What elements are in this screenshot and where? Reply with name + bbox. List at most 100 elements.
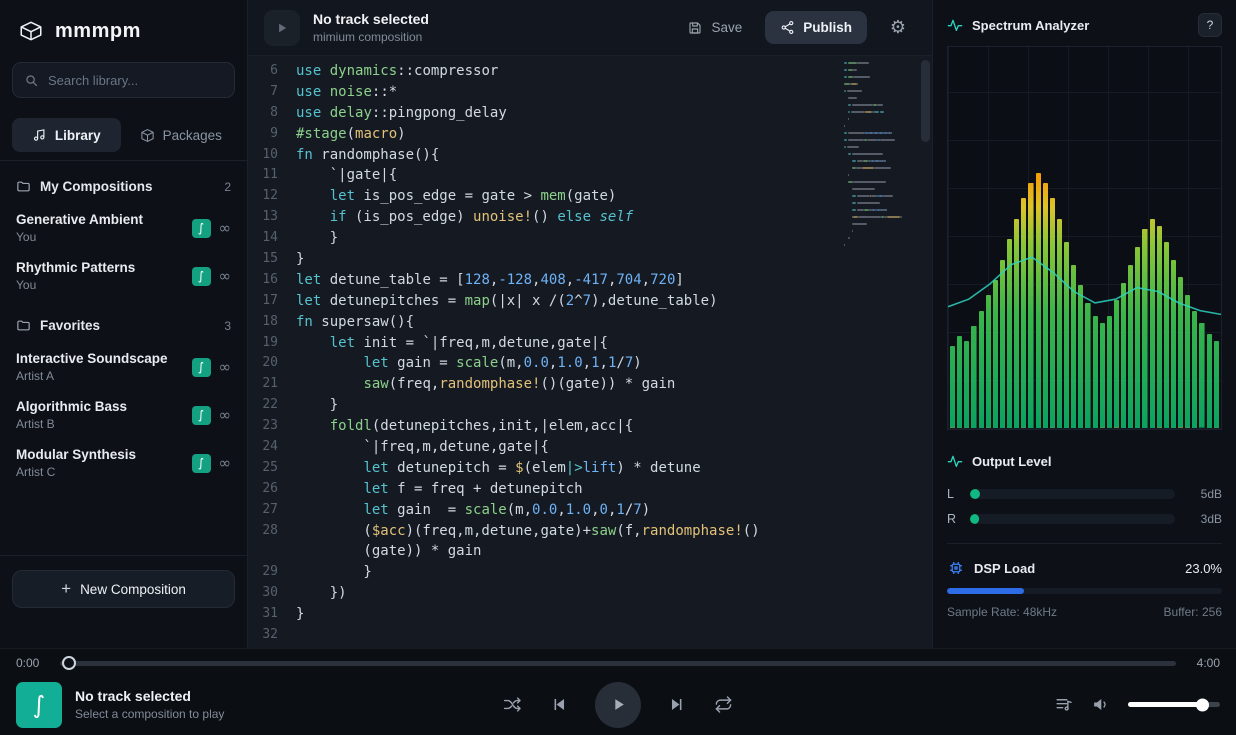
code-line: 15}: [248, 249, 932, 270]
code-line: 6use dynamics::compressor: [248, 61, 932, 82]
minimap[interactable]: [844, 62, 912, 258]
library-search[interactable]: [12, 62, 235, 98]
editor-scrollbar[interactable]: [921, 56, 930, 648]
code-line: 7use noise::*: [248, 82, 932, 103]
publish-label: Publish: [803, 20, 852, 35]
section-title: My Compositions: [40, 179, 153, 194]
code-line: 26 let f = freq + detunepitch: [248, 479, 932, 500]
minimap-line: [844, 153, 912, 155]
line-number: 23: [248, 416, 296, 437]
settings-button[interactable]: ⚙: [880, 10, 916, 46]
code-line: 24 `|freq,m,detune,gate|{: [248, 437, 932, 458]
sidebar-sections: My Compositions 2 Generative Ambient You ∫ ∞ R…: [0, 161, 247, 487]
spectrum-title: Spectrum Analyzer: [972, 18, 1089, 33]
composition-item[interactable]: Modular SynthesisArtist C∫∞: [0, 439, 247, 487]
tab-packages[interactable]: Packages: [127, 118, 236, 152]
composition-artist: You: [16, 230, 184, 244]
code-text: let f = freq + detunepitch: [296, 479, 583, 500]
volume-fill: [1128, 702, 1202, 707]
minimap-line: [844, 146, 912, 148]
seek-knob[interactable]: [62, 656, 76, 670]
minimap-line: [844, 216, 912, 218]
scrollbar-thumb[interactable]: [921, 60, 930, 142]
now-playing: ∫ No track selected Select a composition…: [16, 682, 396, 728]
section-header: Favorites3: [0, 300, 247, 343]
dsp-load-value: 23.0%: [1185, 561, 1222, 576]
mimium-logo-icon: ∫: [16, 682, 62, 728]
composition-title: Generative Ambient: [16, 212, 184, 227]
now-playing-title: No track selected: [75, 688, 224, 704]
minimap-line: [844, 62, 912, 64]
composition-item[interactable]: Algorithmic BassArtist B∫∞: [0, 391, 247, 439]
spectrum-analyzer: [947, 46, 1222, 430]
mimium-file-icon: ∫: [192, 358, 211, 377]
sidebar: mmmpm LibraryPackages My Compositions 2 Ge…: [0, 0, 248, 648]
track-info: No track selected mimium composition: [313, 11, 429, 44]
section-title: Favorites: [40, 318, 100, 333]
code-line: 12 let is_pos_edge = gate > mem(gate): [248, 186, 932, 207]
code-line: 27 let gain = scale(m,0.0,1.0,0,1/7): [248, 500, 932, 521]
line-number: 29: [248, 562, 296, 583]
channel-label: L: [947, 487, 959, 501]
mimium-file-icon: ∫: [192, 406, 211, 425]
composition-info: Modular SynthesisArtist C: [16, 447, 184, 479]
line-number: 21: [248, 374, 296, 395]
channel-label: R: [947, 512, 959, 526]
code-line: 30 }): [248, 583, 932, 604]
seek-slider[interactable]: [60, 661, 1176, 666]
share-icon: [780, 20, 795, 35]
play-button[interactable]: [595, 682, 641, 728]
queue-icon[interactable]: [1054, 695, 1073, 714]
code-line: 23 foldl(detunepitches,init,|elem,acc|{: [248, 416, 932, 437]
line-number: [248, 541, 296, 562]
minimap-line: [844, 111, 912, 113]
line-number: 19: [248, 333, 296, 354]
composition-item[interactable]: Generative AmbientYou∫∞: [0, 204, 247, 252]
volume-icon[interactable]: [1091, 695, 1110, 714]
search-input[interactable]: [48, 73, 224, 88]
code-text: let detunepitches = map(|x| x /(2^7),det…: [296, 291, 718, 312]
code-editor[interactable]: 6use dynamics::compressor7use noise::*8u…: [248, 56, 932, 648]
line-number: 17: [248, 291, 296, 312]
composition-info: Interactive SoundscapeArtist A: [16, 351, 184, 383]
code-line: 14 }: [248, 228, 932, 249]
code-text: let is_pos_edge = gate > mem(gate): [296, 186, 616, 207]
infinity-icon: ∞: [219, 454, 232, 472]
composition-artist: Artist B: [16, 417, 184, 431]
gear-icon: ⚙: [890, 17, 906, 38]
code-line: 22 }: [248, 395, 932, 416]
volume-slider[interactable]: [1128, 702, 1220, 707]
code-text: }: [296, 395, 338, 416]
player-bar: 0:00 4:00 ∫ No track selected Select a c…: [0, 648, 1236, 735]
composition-item[interactable]: Rhythmic PatternsYou∫∞: [0, 252, 247, 300]
code-line: 11 `|gate|{: [248, 165, 932, 186]
composition-item[interactable]: Interactive SoundscapeArtist A∫∞: [0, 343, 247, 391]
next-button[interactable]: [668, 695, 687, 714]
minimap-line: [844, 188, 912, 190]
new-composition-button[interactable]: + New Composition: [12, 570, 235, 608]
tab-library[interactable]: Library: [12, 118, 121, 152]
minimap-line: [844, 174, 912, 176]
header-play-button[interactable]: [264, 10, 300, 46]
code-text: (gate)) * gain: [296, 541, 481, 562]
code-line: 8use delay::pingpong_delay: [248, 103, 932, 124]
help-button[interactable]: ?: [1198, 13, 1222, 37]
section-count: 2: [224, 180, 231, 194]
code-line: 10fn randomphase(){: [248, 145, 932, 166]
app-name: mmmpm: [55, 20, 141, 43]
volume-knob[interactable]: [1196, 698, 1209, 711]
minimap-line: [844, 160, 912, 162]
code-line: 17let detunepitches = map(|x| x /(2^7),d…: [248, 291, 932, 312]
minimap-line: [844, 167, 912, 169]
save-button[interactable]: Save: [677, 12, 752, 44]
repeat-button[interactable]: [714, 695, 733, 714]
publish-button[interactable]: Publish: [765, 11, 867, 44]
composition-title: Modular Synthesis: [16, 447, 184, 462]
code-line: 28 ($acc)(freq,m,detune,gate)+saw(f,rand…: [248, 521, 932, 542]
shuffle-button[interactable]: [503, 695, 522, 714]
mimium-file-icon: ∫: [192, 267, 211, 286]
player-controls: ∫ No track selected Select a composition…: [0, 674, 1236, 735]
analysis-panel: Spectrum Analyzer ? Output Level L5dBR3d…: [932, 0, 1236, 648]
code-text: use delay::pingpong_delay: [296, 103, 507, 124]
previous-button[interactable]: [549, 695, 568, 714]
